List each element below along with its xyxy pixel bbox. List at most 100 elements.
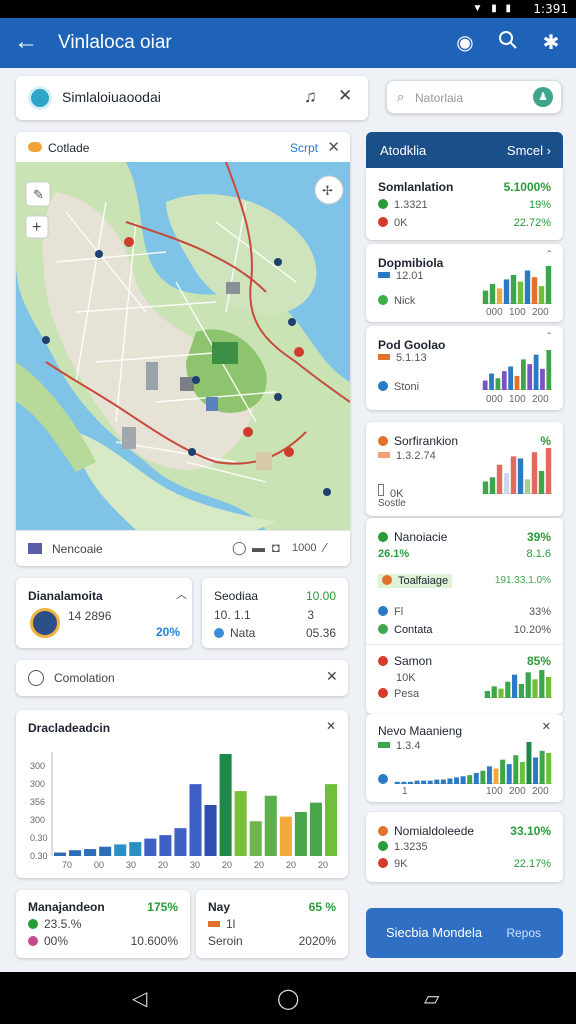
stat-card-b[interactable]: Seodiaa 10.00 10. 1.1 3 Nata 05.36 [202,578,348,648]
notification-icon[interactable]: ✱ [538,30,564,55]
map-header-action[interactable]: Scrpt [290,141,318,155]
close-icon[interactable]: ✕ [542,720,551,733]
search-input[interactable]: ⌕ Natorlaia ♟ [386,80,562,114]
stat-card-b-title: Seodiaa [214,589,259,603]
close-icon[interactable]: ✕ [326,668,338,685]
panel-card-title: Sorfirankion [378,434,458,448]
panel-card-value: 85% [526,654,551,668]
mini-bar [508,366,514,390]
search-card[interactable]: Simlaloiuaoodai ♫ ✕ [16,76,368,120]
page-title: Vinlaloca oiar [58,32,172,53]
mini-bar [447,778,453,784]
recent-icon[interactable]: ▱ [424,986,439,1011]
mini-bar [533,757,539,784]
panel-card-row1: 1.3235 [378,841,428,853]
signal-icon: ▼ ▮ ▮ [472,3,514,14]
completion-bar[interactable]: Comolation ✕ [16,660,348,696]
chart-card: Dracladeadcin ✕ 300 300 356 300 0.30 0.30 70 00… [16,710,348,878]
bar [159,835,172,856]
home-icon[interactable]: ◯ [277,986,299,1011]
camera-icon[interactable]: ◘ [272,540,280,555]
legend-icon [378,354,390,360]
bar [294,811,307,856]
edit-icon[interactable]: ∕ [324,540,326,555]
layers-icon[interactable] [28,543,42,554]
search-card-label: Simlaloiuaoodai [62,89,161,105]
y-tick-label: 300 [30,815,45,825]
bar [204,805,217,856]
back-arrow-icon[interactable]: ← [14,28,38,56]
status-bar: ▼ ▮ ▮ 1:391 [0,0,576,18]
search-icon[interactable] [495,30,521,56]
panel-header-title: Atodklia [380,143,427,158]
legend-icon [378,272,390,278]
collapse-icon[interactable]: ˆ [548,332,551,343]
mini-bar-chart [482,448,552,494]
minus-icon[interactable]: ▬ [252,540,265,555]
back-icon[interactable]: ◁ [132,986,147,1011]
collapse-icon[interactable]: ˆ [548,250,551,261]
panel-header-action[interactable]: Smcel › [507,143,551,158]
panel-card-row2-label: Stoni [394,381,420,393]
panel-card-row2-label: 9K [394,858,408,870]
panel-card-row1: 10K [396,672,416,684]
y-tick-label: 0.30 [30,851,48,861]
panel-card-dopmibiola[interactable]: Dopmibiola ˆ 12.01 Nick 000 100 200 [366,244,563,322]
panel-card-pod-goolao[interactable]: Pod Goolao ˆ 5.1.13 Stoni 000 100 200 [366,326,563,410]
mini-bar [491,686,497,698]
radio-icon[interactable]: ◯ [232,540,247,556]
highlight-chip[interactable]: Toalfaiage [378,574,453,588]
chart-title: Dracladeadcin [28,721,111,735]
panel-card-nanoiacie[interactable]: Nanoiacie 39% 26.1% 8.1.6 Toalfaiage 191… [366,518,563,714]
panel-card-title: Somlanlation [378,180,454,194]
close-icon[interactable]: ✕ [326,719,336,733]
location-icon[interactable]: ◉ [452,30,478,55]
mini-bar [489,477,496,494]
status-dot-icon [382,575,392,585]
status-dot-icon [378,826,388,836]
close-icon[interactable]: ✕ [338,86,352,106]
panel-card-nomialdoleede[interactable]: Nomialdoleede 33.10% 1.3235 9K 22.17% [366,812,563,882]
bar [54,852,67,856]
bar [84,849,97,856]
map-view[interactable]: ✎ + ✢ [16,162,350,530]
cta-button[interactable]: Siecbia Mondela Repos [366,908,563,958]
globe-icon [214,628,224,638]
panel-card-nevo-maanieng[interactable]: Nevo Maanieng ✕ 1.3.4 1 100 200 200 [366,714,563,802]
axis-label: 000 [486,307,503,318]
stat-card-a[interactable]: Dianalamoita ︿ 14 2896 20% [16,578,192,648]
status-dot-icon [378,199,388,209]
stat-card-c[interactable]: Manajandeon 175% 23.5.% 00% 10.600% [16,890,190,958]
stat-card-b-row2-value: 05.36 [305,626,336,640]
close-icon[interactable]: ✕ [327,138,340,156]
radio-icon[interactable] [28,670,44,686]
cta-action[interactable]: Repos [506,926,541,940]
x-tick-label: 20 [286,860,296,870]
mini-bar [513,755,519,784]
stat-card-d[interactable]: Nay 65 % 1l Seroin 2020% [196,890,348,958]
stat-card-b-row1-value: 3 [307,608,314,622]
chevron-up-icon[interactable]: ︿ [176,586,187,602]
stat-card-d-row1: 1l [208,917,235,931]
panel-card-row3-value: 10.20% [513,624,551,636]
alert-dot-icon [378,688,388,698]
bell-icon[interactable]: ♫ [304,87,317,107]
panel-card-row1: 1.3321 [378,199,428,211]
panel-card-row1-value: 8.1.6 [526,548,551,560]
mini-bar [407,781,413,784]
app-bar: ← Vinlaloca oiar ◉ ✱ [0,18,576,68]
stat-card-c-title: Manajandeon [28,900,105,914]
mini-bar [427,780,433,784]
panel-card-somlanlation[interactable]: Somlanlation 5.1000% 1.3321 19% 0K 22.72… [366,168,563,240]
stat-card-c-value: 175% [147,900,178,914]
panel-card-row2: 9K [378,858,407,870]
mini-bar [538,286,545,304]
app-logo-icon [28,86,52,110]
panel-card-sorfirankion[interactable]: Sorfirankion % 1.3.2.74 0K Sostle [366,422,563,516]
user-icon[interactable]: ♟ [533,87,553,107]
bar [234,791,247,856]
bar [249,821,262,856]
panel-card-value: 33.10% [510,824,551,838]
bar [219,754,232,856]
map-footer-value: 1000 [292,542,317,554]
